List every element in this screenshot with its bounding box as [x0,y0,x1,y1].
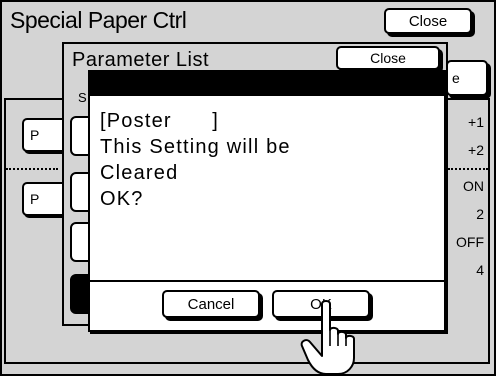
cancel-button[interactable]: Cancel [162,290,260,318]
dialog-title-bar [90,72,444,96]
right-value-6: 4 [476,262,484,278]
parameter-list-close-button[interactable]: Close [336,46,440,70]
right-value-5: OFF [456,234,484,250]
right-value-3: ON [463,178,484,194]
dialog-separator [90,280,444,282]
parameter-list-title: Parameter List [72,49,210,71]
screen-close-button[interactable]: Close [384,8,472,34]
divider-dotted-right [448,168,488,170]
hand-pointer-icon [298,300,368,376]
parameter-list-subtitle: S [78,90,87,105]
right-value-4: 2 [476,206,484,222]
screen-title: Special Paper Ctrl [10,7,187,33]
divider-dotted [6,168,58,170]
right-value-1: +1 [468,114,484,130]
right-button[interactable]: e [446,60,488,96]
right-value-2: +2 [468,142,484,158]
dialog-message: [Poster ] This Setting will be Cleared O… [100,110,291,210]
